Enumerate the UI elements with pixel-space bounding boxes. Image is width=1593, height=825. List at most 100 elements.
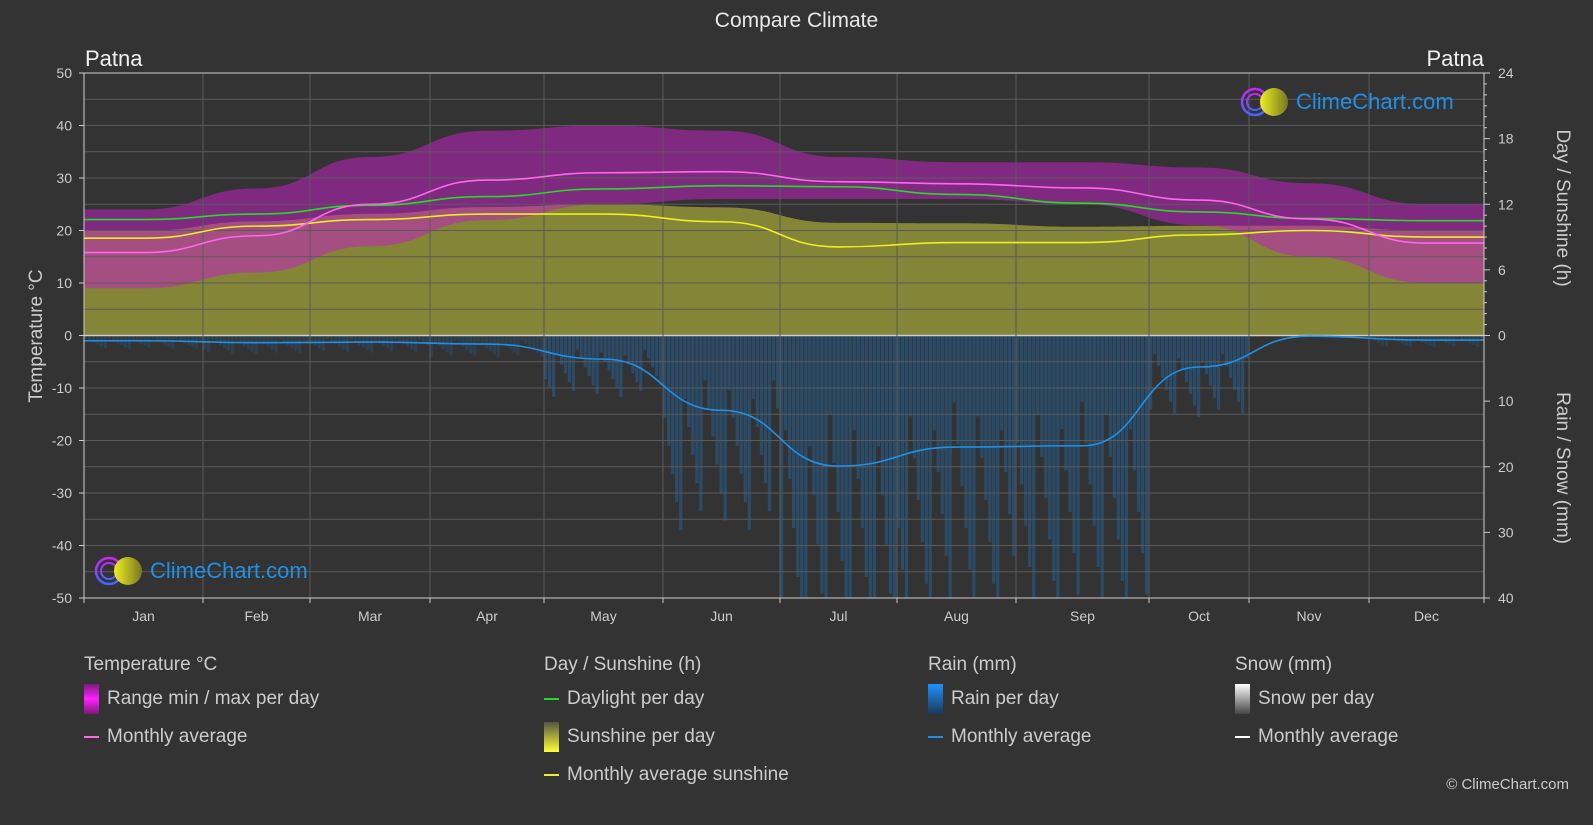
rain-per-day-bar [671,335,675,474]
rain-per-day-bar [1144,335,1149,595]
rain-per-day-bar [1064,335,1068,471]
rain-per-day-bar [1132,335,1137,471]
month-label: Apr [476,608,498,624]
rain-per-day-bar [623,335,627,356]
rain-per-day-bar [976,335,980,417]
legend-sunshine: Day / Sunshine (h) Daylight per day Suns… [544,654,789,794]
rain-per-day-bar [763,335,768,484]
rain-per-day-bar [747,335,751,531]
rain-per-day-bar [1128,335,1133,430]
rain-per-day-bar [888,335,893,594]
month-label: Aug [944,608,969,624]
logo-text: ClimeChart.com [1296,89,1454,114]
rain-per-day-bar [155,335,159,341]
y-axis-right-bottom-label: Rain / Snow (mm) [1552,391,1573,545]
legend-label: Snow per day [1258,688,1375,709]
line-swatch-icon [544,774,559,776]
rain-per-day-bar [250,335,254,352]
rain-per-day-bar [828,335,832,414]
tick-label-hours: 0 [1498,328,1506,344]
legend-title: Temperature °C [84,654,218,675]
tick-label-temperature: 10 [56,275,72,291]
rain-per-day-bar [635,335,639,383]
rain-per-day-bar [884,335,889,545]
rain-per-day-bar [437,335,442,346]
logo-top-right[interactable]: ClimeChart.com [1240,86,1454,118]
rain-per-day-bar [727,335,731,390]
line-swatch-icon [544,698,559,700]
tick-label-temperature: -50 [52,590,72,606]
rain-per-day-bar [282,335,286,343]
rain-per-day-bar [1233,335,1237,390]
month-label: Jun [710,608,733,624]
rain-per-day-bar [936,335,940,473]
rain-per-day-bar [1140,335,1145,554]
rain-per-day-bar [1024,335,1028,526]
rain-per-day-bar [567,335,571,383]
tick-label-hours: 24 [1498,65,1514,81]
rain-per-day-bar [314,335,318,346]
month-label: Jan [132,608,155,624]
tick-label-temperature: 50 [56,65,72,81]
rain-per-day-bar [1088,335,1092,485]
rain-per-day-bar [832,335,836,463]
rain-per-day-bar [812,335,816,496]
rain-per-day-bar [1241,335,1245,414]
rain-per-day-bar [611,335,615,380]
rain-per-day-bar [912,335,917,459]
legend-label: Monthly average [1258,726,1399,747]
rain-per-day-bar [659,335,663,386]
rain-per-day-bar [1161,335,1165,379]
legend-label: Daylight per day [567,688,705,709]
snow-swatch-icon [1235,684,1250,714]
rain-per-day-bar [603,335,607,362]
rain-per-day-bar [908,335,913,417]
logo-bottom-left[interactable]: ClimeChart.com [94,555,308,587]
legend-item: Range min / max per day [84,680,319,718]
rain-per-day-bar [414,335,418,352]
rain-per-day-bar [759,335,764,456]
rain-per-day-bar [916,335,921,501]
y-axis-left-label: Temperature °C [26,269,47,403]
rain-per-day-bar [1432,335,1436,348]
rain-per-day-bar [1384,335,1389,347]
sunshine-swatch-icon [544,722,559,752]
rain-per-day-bar [171,335,175,349]
rain-per-day-bar [571,335,575,392]
rain-per-day-bar [218,335,223,346]
rain-per-day-bar [330,335,334,342]
rain-per-day-bar [1165,335,1169,390]
rain-per-day-bar [703,335,707,381]
rain-per-day-bar [1036,335,1040,416]
tick-label-temperature: -40 [52,538,72,554]
rain-per-day-bar [751,335,755,400]
rain-per-day-bar [338,335,342,347]
rain-per-day-bar [139,335,143,344]
rain-per-day-bar [1201,335,1205,363]
copyright: © ClimeChart.com [1446,776,1569,793]
legend-temperature: Temperature °C Range min / max per day M… [84,654,319,756]
chart-title: Compare Climate [714,9,879,32]
rain-per-day-bar [374,335,378,342]
rain-per-day-bar [796,335,800,578]
rain-per-day-bar [1153,335,1157,355]
rain-per-day-bar [147,335,151,348]
rain-per-day-bar [370,335,374,353]
location-left: Patna [85,46,143,71]
rain-per-day-bar [286,335,290,346]
range-swatch-icon [84,684,99,714]
rain-per-day-bar [1112,335,1116,499]
legend-item: Sunshine per day [544,718,789,756]
rain-per-day-bar [1076,335,1080,595]
month-label: Jul [830,608,848,624]
rain-per-day-bar [258,335,262,342]
legend-item: Daylight per day [544,680,789,718]
line-swatch-icon [928,736,943,738]
month-label: Dec [1414,608,1439,624]
tick-label-temperature: 40 [56,118,72,134]
rain-per-day-bar [1060,335,1064,430]
rain-per-day-bar [406,335,410,347]
rain-per-day-bar [398,335,402,342]
rain-per-day-bar [528,335,532,348]
rain-per-day-bar [599,335,603,353]
